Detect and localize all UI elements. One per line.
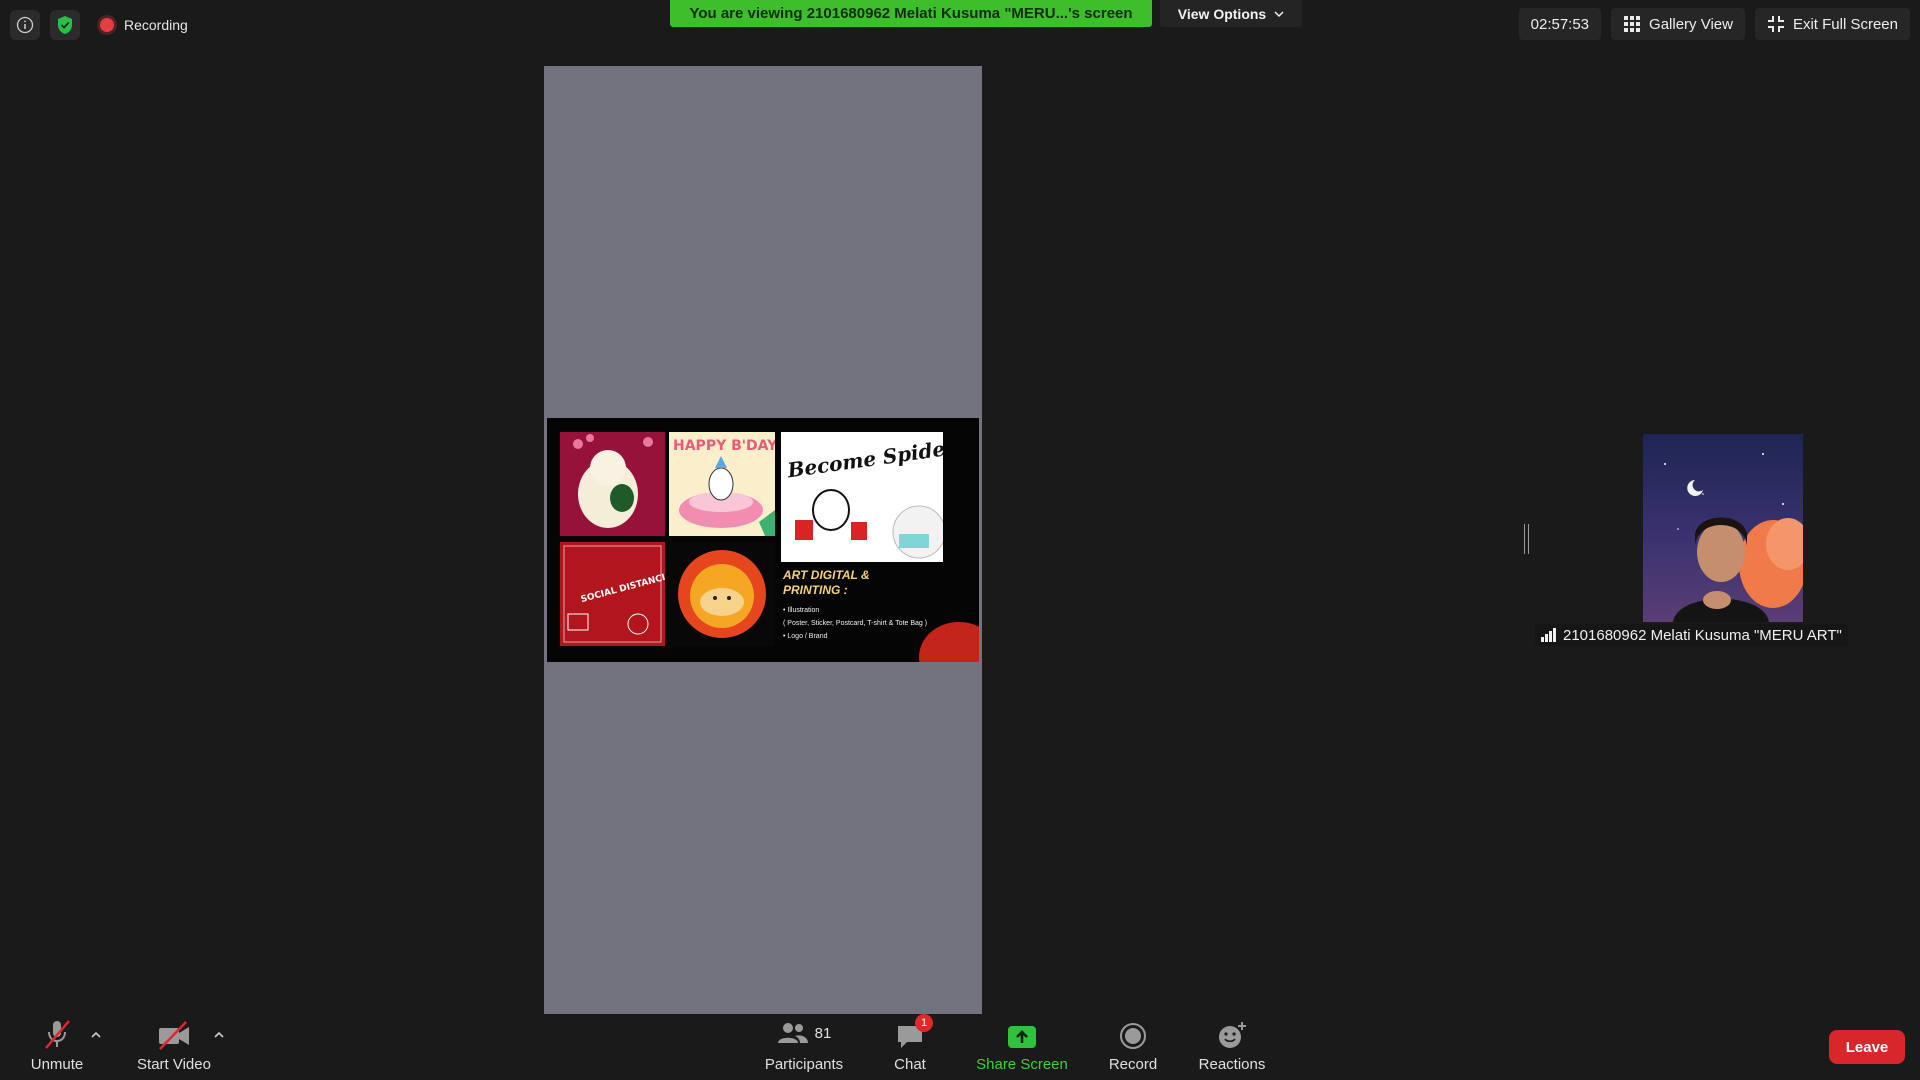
share-screen-icon: [1008, 1026, 1036, 1048]
poster-corner-shape: [919, 622, 979, 662]
meeting-timer: 02:57:53: [1518, 8, 1602, 40]
participants-label: Participants: [764, 1056, 844, 1073]
chat-unread-badge: 1: [915, 1014, 933, 1032]
recording-dot-icon: [100, 18, 114, 32]
info-icon: [16, 16, 34, 34]
top-right-controls: 02:57:53 Gallery View Exit Full Screen: [1518, 8, 1910, 40]
shared-screen-area[interactable]: HAPPY B'DAY Become Spider. SOCIAL DISTAN…: [544, 66, 982, 1014]
meeting-info-button[interactable]: [10, 10, 40, 40]
gallery-view-button[interactable]: Gallery View: [1611, 8, 1745, 40]
viewing-screen-banner: You are viewing 2101680962 Melati Kusuma…: [670, 0, 1152, 27]
chat-button[interactable]: 1 Chat: [886, 1014, 934, 1073]
participants-count: 81: [814, 1024, 832, 1042]
shared-poster: HAPPY B'DAY Become Spider. SOCIAL DISTAN…: [547, 418, 979, 662]
participants-button[interactable]: 81 Participants: [762, 1016, 846, 1073]
record-button[interactable]: Record: [1104, 1016, 1162, 1073]
view-options-button[interactable]: View Options: [1160, 0, 1302, 27]
gallery-view-label: Gallery View: [1649, 15, 1733, 33]
poster-tile-fire-hedgehog: [669, 542, 775, 646]
participants-icon: [777, 1023, 808, 1043]
poster-tile-become-spider: Become Spider.: [781, 432, 962, 562]
poster-heading: ART DIGITAL & PRINTING :: [783, 568, 870, 598]
recording-indicator[interactable]: Recording: [90, 10, 200, 40]
panel-resize-handle[interactable]: [1524, 524, 1529, 554]
leave-button[interactable]: Leave: [1829, 1030, 1905, 1064]
smiley-plus-icon: [1219, 1022, 1246, 1048]
video-options-caret[interactable]: [214, 1028, 224, 1042]
chat-label: Chat: [894, 1056, 926, 1073]
poster-tile-social-distancing: SOCIAL DISTANCING: [560, 542, 681, 646]
poster-tile-caption: SOCIAL DISTANCING: [580, 569, 665, 605]
start-video-label: Start Video: [137, 1056, 211, 1073]
participant-name: 2101680962 Melati Kusuma "MERU ART": [1563, 626, 1842, 644]
chevron-up-icon: [214, 1031, 224, 1038]
unmute-button[interactable]: Unmute: [24, 1016, 90, 1073]
unmute-label: Unmute: [30, 1056, 84, 1073]
leave-label: Leave: [1845, 1038, 1889, 1056]
reactions-label: Reactions: [1198, 1056, 1266, 1073]
video-camera-off-icon: [159, 1021, 189, 1050]
timer-text: 02:57:53: [1530, 15, 1590, 33]
shield-check-icon: [58, 16, 72, 34]
recording-label: Recording: [124, 17, 188, 33]
chevron-up-icon: [91, 1031, 101, 1038]
share-screen-button[interactable]: Share Screen: [972, 1016, 1072, 1073]
poster-tile-caption: Become Spider.: [785, 434, 943, 482]
exit-full-screen-label: Exit Full Screen: [1792, 15, 1898, 33]
chevron-down-icon: [1274, 10, 1284, 17]
viewing-text: You are viewing 2101680962 Melati Kusuma…: [689, 5, 1133, 22]
poster-heading-line1: ART DIGITAL &: [783, 568, 870, 582]
top-left-controls: Recording: [10, 10, 200, 40]
poster-list-item: ( Poster, Sticker, Postcard, T-shirt & T…: [783, 620, 928, 627]
view-options-label: View Options: [1177, 5, 1267, 22]
poster-service-list: • Illustration ( Poster, Sticker, Postca…: [783, 604, 927, 643]
share-screen-label: Share Screen: [976, 1056, 1068, 1073]
poster-heading-line2: PRINTING :: [783, 583, 848, 597]
poster-list-item: • Logo / Brand: [783, 633, 828, 640]
microphone-muted-icon: [45, 1020, 70, 1049]
participant-name-label: 2101680962 Melati Kusuma "MERU ART": [1535, 624, 1848, 646]
grid-icon: [1624, 16, 1641, 32]
poster-tile-cat-illustration: [560, 432, 665, 536]
record-icon: [1120, 1023, 1146, 1049]
reactions-button[interactable]: Reactions: [1196, 1016, 1268, 1073]
poster-tile-caption: HAPPY B'DAY: [673, 438, 775, 454]
audio-options-caret[interactable]: [91, 1028, 101, 1042]
signal-strength-icon: [1541, 628, 1556, 642]
participant-video[interactable]: [1643, 434, 1803, 622]
poster-list-item: • Illustration: [783, 607, 820, 614]
security-button[interactable]: [50, 10, 80, 40]
record-label: Record: [1108, 1056, 1158, 1073]
poster-tile-happy-bday: HAPPY B'DAY: [669, 432, 778, 536]
start-video-button[interactable]: Start Video: [134, 1016, 214, 1073]
exit-full-screen-button[interactable]: Exit Full Screen: [1754, 8, 1910, 40]
exit-fullscreen-icon: [1767, 16, 1784, 32]
